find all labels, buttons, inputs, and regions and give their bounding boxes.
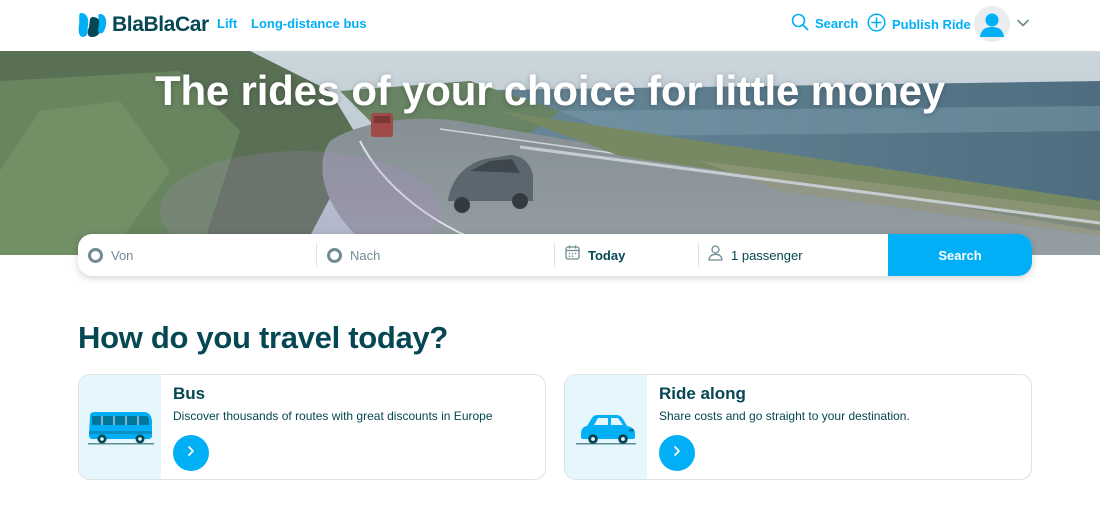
to-placeholder: Nach: [350, 247, 381, 263]
user-avatar-icon: [974, 6, 1010, 42]
ride-search-bar: Von Nach Today 1 passenger Search: [78, 234, 1032, 276]
logo-icon: [78, 11, 108, 39]
calendar-icon: [565, 245, 580, 265]
from-placeholder: Von: [111, 247, 134, 263]
hero-banner: The rides of your choice for little mone…: [0, 51, 1100, 255]
bus-card[interactable]: Bus Discover thousands of routes with gr…: [78, 374, 546, 480]
bus-icon: [79, 375, 161, 479]
from-field[interactable]: Von: [78, 234, 316, 276]
search-icon: [791, 13, 809, 34]
ride-along-card-arrow-button[interactable]: [659, 435, 695, 471]
header-search-label: Search: [815, 16, 859, 31]
to-field[interactable]: Nach: [316, 234, 554, 276]
hero-title: The rides of your choice for little mone…: [155, 67, 945, 114]
publish-ride-label: Publish Ride: [892, 16, 971, 32]
chevron-right-icon: [672, 444, 682, 462]
car-icon: [565, 375, 647, 479]
passenger-selector[interactable]: 1 passenger: [698, 234, 888, 276]
plus-circle-icon: [867, 13, 886, 35]
ride-along-card[interactable]: Ride along Share costs and go straight t…: [564, 374, 1032, 480]
date-value: Today: [588, 247, 626, 263]
bus-card-title: Bus: [173, 384, 206, 403]
bus-card-description: Discover thousands of routes with great …: [173, 409, 493, 423]
publish-ride-button[interactable]: Publish Ride: [867, 13, 971, 35]
nav-link-long-distance-bus[interactable]: Long-distance bus: [251, 16, 367, 31]
origin-ring-icon: [88, 247, 103, 263]
destination-ring-icon: [327, 247, 342, 263]
bus-card-arrow-button[interactable]: [173, 435, 209, 471]
passenger-value: 1 passenger: [731, 247, 803, 263]
logo-wordmark: BlaBlaCar: [112, 13, 209, 36]
account-menu-button[interactable]: [974, 6, 1030, 42]
chevron-right-icon: [186, 444, 196, 462]
header-search-button[interactable]: Search: [791, 13, 858, 34]
nav-link-lift[interactable]: Lift: [217, 16, 237, 31]
search-submit-button[interactable]: Search: [888, 234, 1032, 276]
blablacar-logo[interactable]: BlaBlaCar: [78, 11, 209, 39]
top-navigation-bar: BlaBlaCar Lift Long-distance bus Search …: [0, 0, 1100, 51]
ride-along-card-description: Share costs and go straight to your dest…: [659, 409, 910, 423]
travel-section-title: How do you travel today?: [78, 320, 449, 355]
person-icon: [708, 244, 723, 266]
ride-along-card-title: Ride along: [659, 384, 746, 403]
date-picker[interactable]: Today: [554, 234, 698, 276]
chevron-down-icon: [1016, 15, 1030, 33]
